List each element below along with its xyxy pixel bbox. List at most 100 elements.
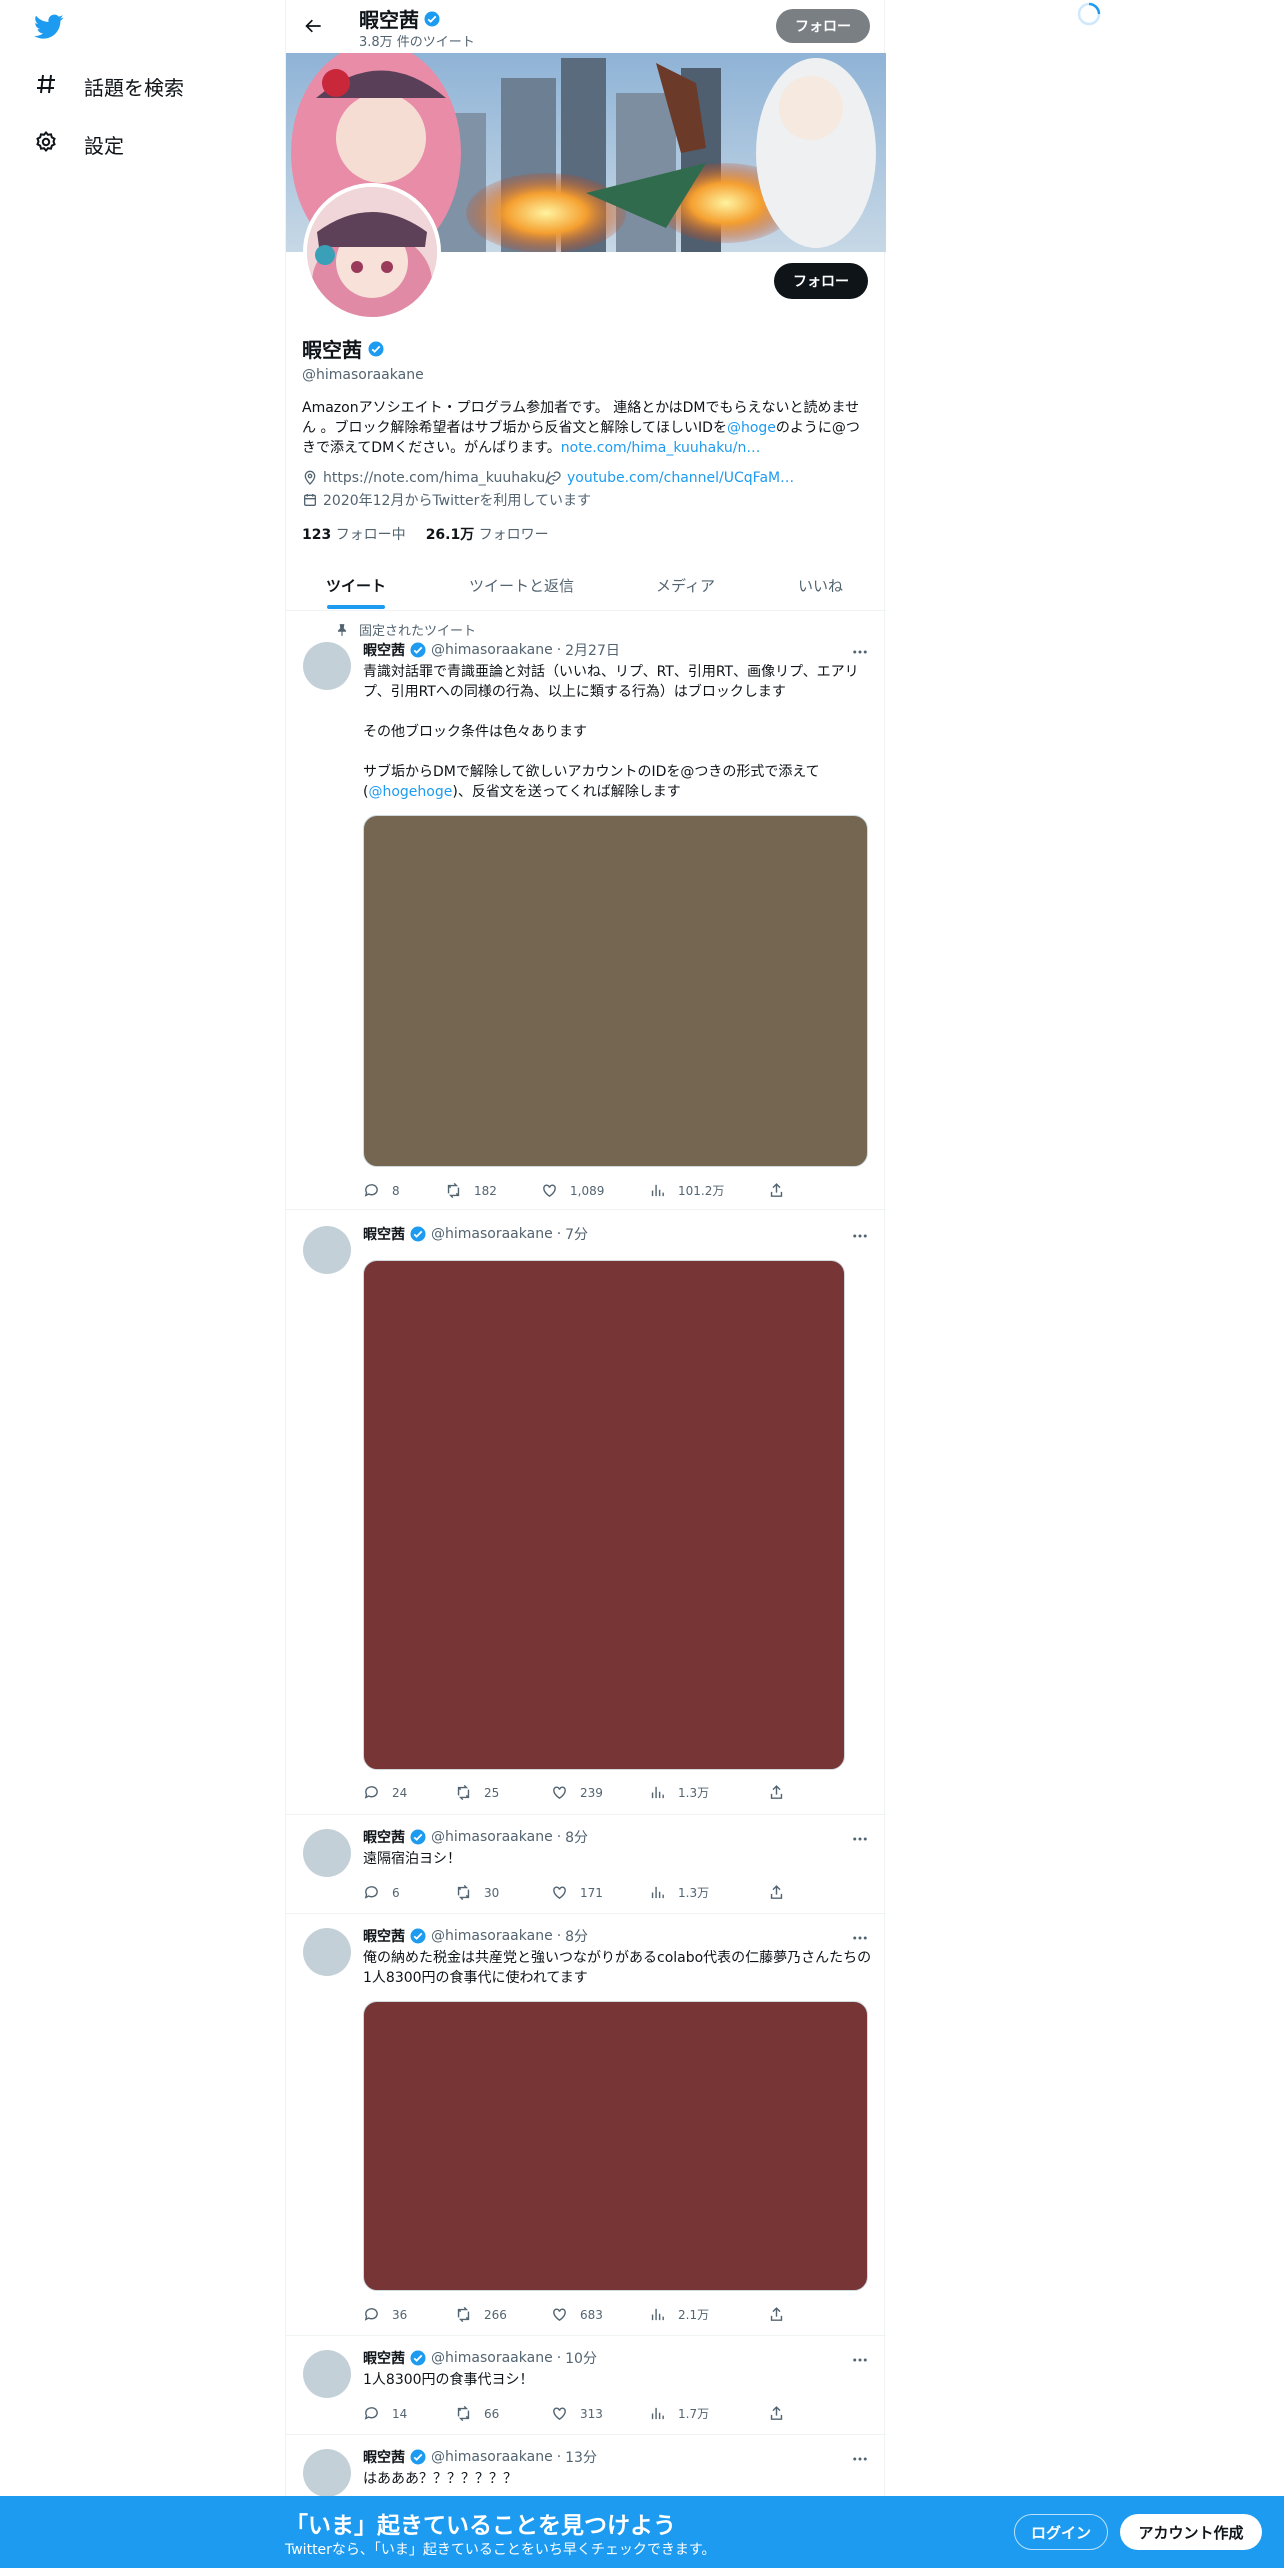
retweet-button[interactable]: 182 [445,1182,497,1199]
nav-settings-label: 設定 [84,134,124,158]
more-icon[interactable] [850,642,870,662]
tweet-avatar[interactable] [303,1928,351,1976]
tweet-text-part: )、反省文を送ってくれば解除します [452,784,681,800]
tweet[interactable]: 暇空茜 @himasoraakane · 7分 24 25 239 1.3万 [286,1210,886,1815]
more-icon[interactable] [850,2350,870,2370]
tweet-avatar[interactable] [303,2449,351,2497]
header-follow-button[interactable]: フォロー [776,9,870,43]
follow-button[interactable]: フォロー [774,263,868,299]
tweet-avatar[interactable] [303,642,351,690]
views-button[interactable]: 1.7万 [649,2405,709,2422]
profile-website: youtube.com/channel/UCqFaM… [546,470,794,486]
followers-count: 26.1万 [425,527,475,543]
reply-button[interactable]: 8 [363,1182,400,1199]
reply-count: 14 [392,2406,408,2421]
tweet-author-name[interactable]: 暇空茜 [363,2447,405,2467]
retweet-icon [457,1784,470,1801]
reply-button[interactable]: 6 [363,1884,400,1901]
nav-explore[interactable]: 話題を検索 [34,72,184,101]
more-icon[interactable] [850,1226,870,1246]
more-icon[interactable] [850,1928,870,1948]
tab-tweets[interactable]: ツイート [326,575,386,596]
tweet-author-name[interactable]: 暇空茜 [363,1224,405,1244]
share-button[interactable] [768,1884,785,1901]
bio-url-link[interactable]: note.com/hima_kuuhaku/n… [561,440,761,456]
share-button[interactable] [768,2405,785,2422]
like-button[interactable]: 1,089 [541,1182,604,1199]
tweet-time[interactable]: 13分 [565,2447,597,2467]
tweet-time[interactable]: 8分 [565,1926,588,1946]
tab-likes[interactable]: いいね [798,575,843,596]
tweet-time[interactable]: 10分 [565,2348,597,2368]
more-icon[interactable] [850,2449,870,2469]
more-icon[interactable] [850,1829,870,1849]
verified-badge-icon [368,341,384,356]
like-button[interactable]: 683 [551,2306,603,2323]
tweet[interactable]: 暇空茜 @himasoraakane · 10分 1人8300円の食事代ヨシ！ … [286,2336,886,2435]
tab-tweets-and-replies[interactable]: ツイートと返信 [469,575,574,596]
tweet-mention-link[interactable]: @hogehoge [368,784,452,800]
tweet[interactable]: 暇空茜 @himasoraakane · 13分 はあああ？？？？？？？ [286,2435,886,2497]
twitter-logo-icon[interactable] [34,14,64,40]
retweet-button[interactable]: 266 [455,2306,507,2323]
like-button[interactable]: 313 [551,2405,603,2422]
tweet[interactable]: 暇空茜 @himasoraakane · 8分 遠隔宿泊ヨシ！ 6 30 171… [286,1815,886,1914]
tweet-text: 遠隔宿泊ヨシ！ [363,1851,461,1867]
tweet-avatar[interactable] [303,1226,351,1274]
tweet-time[interactable]: 7分 [565,1224,588,1244]
tweet-time[interactable]: 8分 [565,1827,588,1847]
tweet-avatar[interactable] [303,1829,351,1877]
tweet-author-name[interactable]: 暇空茜 [363,1827,405,1847]
views-button[interactable]: 1.3万 [649,1884,709,1901]
tweet-author-name[interactable]: 暇空茜 [363,640,405,660]
profile-header: 暇空茜 3.8万 件のツイート フォロー [286,0,886,52]
calendar-icon [304,494,316,506]
profile-location: https://note.com/hima_kuuhaku/ [302,470,550,486]
views-count: 1.3万 [678,1886,710,1900]
like-count: 683 [580,2307,603,2322]
following-link[interactable]: 123 フォロー中 [302,524,406,544]
profile-avatar[interactable] [303,183,441,321]
website-link[interactable]: youtube.com/channel/UCqFaM… [567,470,794,486]
tweet-author-name[interactable]: 暇空茜 [363,2348,405,2368]
share-button[interactable] [768,1784,785,1801]
tweet-text: 1人8300円の食事代ヨシ！ [363,2372,534,2388]
retweet-button[interactable]: 30 [455,1884,499,1901]
views-button[interactable]: 101.2万 [649,1182,724,1199]
tweet-media[interactable] [363,1260,845,1770]
share-button[interactable] [768,1182,785,1199]
share-button[interactable] [768,2306,785,2323]
tweet-media[interactable] [363,2001,868,2291]
like-button[interactable]: 171 [551,1884,603,1901]
bio-mention-link[interactable]: @hoge [727,420,776,436]
views-button[interactable]: 2.1万 [649,2306,709,2323]
reply-button[interactable]: 24 [363,1784,407,1801]
tab-media[interactable]: メディア [656,575,715,596]
followers-link[interactable]: 26.1万 フォロワー [426,524,549,544]
tweet-actions: 14 66 313 1.7万 [363,2405,793,2425]
tweet[interactable]: 暇空茜 @himasoraakane · 8分 俺の納めた税金は共産党と強いつな… [286,1914,886,2336]
retweet-button[interactable]: 25 [455,1784,499,1801]
views-button[interactable]: 1.3万 [649,1784,709,1801]
header-name: 暇空茜 [359,4,441,33]
tweet-avatar[interactable] [303,2350,351,2398]
login-button[interactable]: ログイン [1014,2514,1108,2550]
reply-button[interactable]: 14 [363,2405,407,2422]
tweet[interactable]: 暇空茜 @himasoraakane · 2月27日 青識対話罪で青識亜論と対話… [286,612,886,1210]
tweet-author-name[interactable]: 暇空茜 [363,1926,405,1946]
profile-name: 暇空茜 [302,334,872,363]
retweet-button[interactable]: 66 [455,2405,499,2422]
tweet-media[interactable] [363,815,868,1167]
like-count: 239 [580,1785,603,1800]
signup-button[interactable]: アカウント作成 [1120,2514,1262,2550]
following-count: 123 [302,527,332,543]
back-button[interactable] [300,12,328,40]
tweet-text: 青識対話罪で青識亜論と対話（いいね、リプ、RT、引用RT、画像リプ、エアリプ、引… [363,662,873,802]
tweet-time[interactable]: 2月27日 [565,640,620,660]
followers-label: フォロワー [478,527,549,543]
nav-settings[interactable]: 設定 [34,130,124,159]
gear-icon [34,130,58,159]
like-button[interactable]: 239 [551,1784,603,1801]
reply-button[interactable]: 36 [363,2306,407,2323]
joined-text: 2020年12月からTwitterを利用しています [323,493,591,509]
